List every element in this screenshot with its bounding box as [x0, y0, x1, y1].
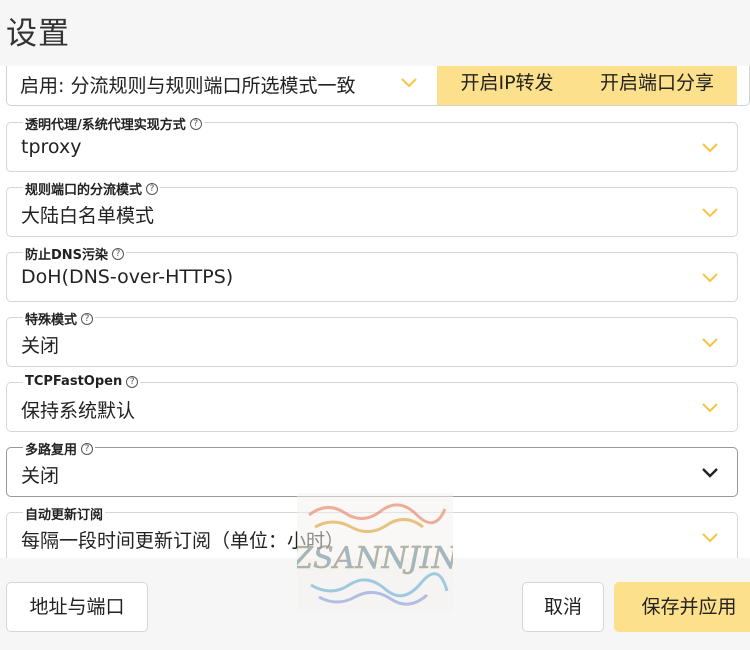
- page-title: 设置: [6, 16, 70, 52]
- chevron-down-icon: [702, 143, 718, 153]
- field-label: 透明代理/系统代理实现方式 ?: [23, 114, 204, 133]
- ip-forward-button[interactable]: 开启IP转发: [437, 66, 577, 105]
- tcp-fast-open-select[interactable]: TCPFastOpen ? 保持系统默认: [6, 374, 738, 432]
- question-circle-icon[interactable]: ?: [112, 247, 125, 260]
- field-value: DoH(DNS-over-HTTPS): [21, 266, 234, 288]
- chevron-down-icon: [401, 78, 417, 88]
- field-label-text: 特殊模式: [25, 313, 78, 328]
- rule-port-mode-select[interactable]: 规则端口的分流模式 ? 大陆白名单模式: [6, 179, 738, 237]
- mode-select-value: 启用: 分流规则与规则端口所选模式一致: [20, 75, 356, 97]
- settings-panel: 启用: 分流规则与规则端口所选模式一致 开启IP转发 开启端口分享 透明代理/系…: [0, 66, 750, 558]
- field-label: 规则端口的分流模式 ?: [23, 179, 161, 198]
- field-label-text: 防止DNS污染: [25, 248, 109, 263]
- field-label-text: 规则端口的分流模式: [25, 183, 143, 198]
- chevron-down-icon: [702, 273, 718, 283]
- watermark-text: ZSANNJIN: [297, 541, 453, 576]
- field-label-text: 自动更新订阅: [25, 508, 104, 523]
- chevron-down-icon: [702, 403, 718, 413]
- chevron-down-icon: [702, 468, 718, 478]
- watermark-logo: ZSANNJIN: [297, 493, 453, 611]
- field-label-text: TCPFastOpen: [25, 374, 123, 389]
- question-circle-icon[interactable]: ?: [189, 117, 202, 130]
- field-label: 多路复用 ?: [23, 439, 96, 458]
- field-value: 大陆白名单模式: [21, 205, 155, 227]
- field-label-text: 多路复用: [25, 443, 78, 458]
- proxy-mode-select[interactable]: 透明代理/系统代理实现方式 ? tproxy: [6, 114, 738, 172]
- chevron-down-icon: [702, 533, 718, 543]
- field-label: TCPFastOpen ?: [23, 374, 141, 389]
- field-value: tproxy: [21, 136, 82, 158]
- question-circle-icon[interactable]: ?: [81, 442, 94, 455]
- field-label: 特殊模式 ?: [23, 309, 96, 328]
- save-apply-button[interactable]: 保存并应用: [614, 582, 750, 632]
- top-row: 启用: 分流规则与规则端口所选模式一致 开启IP转发 开启端口分享: [6, 66, 750, 106]
- field-label-text: 透明代理/系统代理实现方式: [25, 118, 186, 133]
- port-share-button[interactable]: 开启端口分享: [577, 66, 737, 105]
- field-value: 关闭: [21, 465, 60, 487]
- field-value: 每隔一段时间更新订阅（单位：小时）: [21, 530, 345, 552]
- multiplex-select[interactable]: 多路复用 ? 关闭: [6, 439, 738, 497]
- field-label: 防止DNS污染 ?: [23, 244, 127, 263]
- chevron-down-icon: [702, 208, 718, 218]
- special-mode-select[interactable]: 特殊模式 ? 关闭: [6, 309, 738, 367]
- dns-pollution-select[interactable]: 防止DNS污染 ? DoH(DNS-over-HTTPS): [6, 244, 738, 302]
- field-value: 关闭: [21, 335, 60, 357]
- chevron-down-icon: [702, 338, 718, 348]
- mode-select[interactable]: 启用: 分流规则与规则端口所选模式一致: [7, 66, 437, 105]
- field-value: 保持系统默认: [21, 400, 136, 422]
- address-port-button[interactable]: 地址与端口: [6, 582, 148, 632]
- question-circle-icon[interactable]: ?: [81, 312, 94, 325]
- cancel-button[interactable]: 取消: [522, 582, 604, 632]
- field-label: 自动更新订阅: [23, 504, 106, 523]
- question-circle-icon[interactable]: ?: [126, 375, 139, 388]
- question-circle-icon[interactable]: ?: [146, 182, 159, 195]
